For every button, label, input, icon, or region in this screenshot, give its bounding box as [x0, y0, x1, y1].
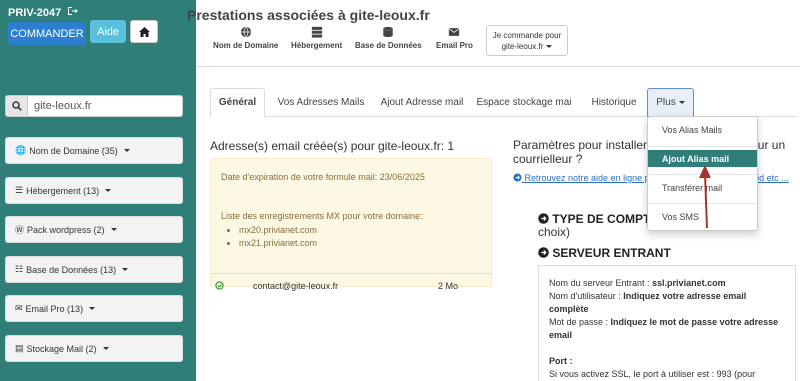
port-label: Port : [549, 356, 573, 366]
type-compte-choix: choix) [538, 225, 571, 239]
serveur-entrant-heading: SERVEUR ENTRANT [538, 246, 671, 260]
check-circle-icon [215, 281, 224, 292]
service-nom-de-domaine[interactable]: Nom de Domaine [213, 26, 278, 50]
type-compte-heading: TYPE DE COMPTE [538, 212, 658, 226]
sidebar-item-label: Stockage Mail (2) [26, 343, 97, 354]
server-icon [311, 26, 322, 38]
server-icon: ☰ [15, 185, 24, 195]
je-commande-dropdown[interactable]: Je commande pour gite-leoux.fr [486, 25, 568, 56]
wordpress-icon: Ⓦ [15, 225, 25, 235]
tab-general[interactable]: Général [210, 88, 265, 117]
server-value: ssl.privianet.com [652, 278, 726, 288]
caret-down-icon [546, 44, 553, 48]
service-label: Email Pro [436, 41, 473, 50]
globe-icon: 🌐 [15, 145, 27, 155]
mx-heading: Liste des enregistrements MX pour votre … [221, 211, 423, 221]
sidebar-item-nom-de-domaine[interactable]: 🌐 Nom de Domaine (35) [5, 137, 183, 164]
search-button[interactable] [5, 95, 28, 117]
service-label: Base de Données [355, 41, 422, 50]
caret-down-icon [110, 228, 117, 231]
tab-plus[interactable]: Plus [647, 88, 694, 117]
search-icon [11, 101, 22, 111]
tab-bar: Général Vos Adresses Mails Ajout Adresse… [210, 88, 796, 117]
mx-record: mx20.privianet.com [239, 224, 317, 237]
search-input[interactable] [28, 95, 183, 117]
je-commande-line1: Je commande pour [492, 30, 562, 40]
sidebar-item-base-de-donnees[interactable]: ☷ Base de Données (13) [5, 256, 183, 283]
sidebar-item-label: Nom de Domaine (35) [29, 145, 118, 156]
caret-down-icon [102, 347, 109, 350]
email-size: 2 Mo [438, 281, 459, 291]
account-bar: PRIV-2047 [8, 6, 79, 19]
tab-historique[interactable]: Historique [586, 88, 642, 117]
tab-vos-adresses-mails[interactable]: Vos Adresses Mails [269, 88, 373, 117]
port-line: Si vous activez SSL, le port à utiliser … [549, 369, 756, 379]
globe-icon [240, 26, 251, 38]
service-label: Nom de Domaine [213, 41, 279, 50]
sidebar-item-pack-wordpress[interactable]: Ⓦ Pack wordpress (2) [5, 216, 183, 243]
service-label: Hébergement [291, 41, 343, 50]
envelope-icon [449, 28, 460, 36]
sidebar-item-label: Hébergement (13) [26, 185, 100, 196]
caret-down-icon [678, 101, 685, 104]
service-email-pro[interactable]: Email Pro [436, 26, 473, 50]
service-base-de-donnees[interactable]: Base de Données [355, 26, 422, 50]
tab-espace-stockage[interactable]: Espace stockage mai [475, 88, 573, 117]
menu-divider [648, 146, 757, 147]
home-button[interactable] [130, 20, 158, 43]
email-count-heading: Adresse(s) email créée(s) pour gite-leou… [210, 139, 455, 153]
annotation-arrow [699, 165, 711, 229]
aide-button[interactable]: Aide [90, 20, 126, 43]
caret-down-icon [105, 189, 112, 192]
expiration-date: Date d'expiration de votre formule mail:… [221, 172, 425, 182]
sidebar-item-label: Base de Données (13) [26, 264, 117, 275]
inbox-icon: ▤ [15, 343, 24, 353]
service-hebergement[interactable]: Hébergement [291, 26, 342, 50]
mx-record: mx21.privianet.com [239, 237, 317, 250]
mx-info-alert: Date d'expiration de votre formule mail:… [210, 158, 492, 287]
sidebar-item-hebergement[interactable]: ☰ Hébergement (13) [5, 177, 183, 204]
tab-ajout-adresse-mail[interactable]: Ajout Adresse mail [376, 88, 468, 117]
caret-down-icon [122, 268, 129, 271]
sidebar-item-stockage-mail[interactable]: ▤ Stockage Mail (2) [5, 335, 183, 362]
caret-down-icon [89, 307, 96, 310]
sidebar-item-label: Pack wordpress (2) [27, 224, 105, 235]
database-icon: ☷ [15, 264, 24, 274]
arrow-circle-icon [513, 173, 522, 182]
sidebar-item-label: Email Pro (13) [25, 303, 84, 314]
tab-plus-label: Plus [656, 97, 676, 108]
sidebar-item-email-pro[interactable]: ✉ Email Pro (13) [5, 295, 183, 322]
search-box [5, 95, 183, 117]
je-commande-domain: gite-leoux.fr [501, 41, 544, 51]
envelope-icon: ✉ [15, 303, 23, 313]
arrow-circle-icon [538, 247, 549, 258]
database-icon [383, 26, 394, 38]
server-settings-box: Nom du serveur Entrant : ssl.privianet.c… [538, 265, 796, 381]
page-title: Prestations associées à gite-leoux.fr [187, 7, 430, 23]
arrow-circle-icon [538, 213, 549, 224]
commander-button[interactable]: COMMANDER [8, 22, 86, 45]
menu-item-vos-alias-mails[interactable]: Vos Alias Mails [648, 121, 757, 138]
table-row[interactable]: contact@gite-leoux.fr 2 Mo [210, 273, 492, 298]
home-icon [138, 26, 150, 37]
caret-down-icon [123, 149, 130, 152]
email-address: contact@gite-leoux.fr [253, 281, 339, 291]
mx-list: mx20.privianet.com mx21.privianet.com [239, 224, 317, 250]
logout-icon[interactable] [67, 6, 79, 19]
account-id: PRIV-2047 [8, 6, 62, 19]
